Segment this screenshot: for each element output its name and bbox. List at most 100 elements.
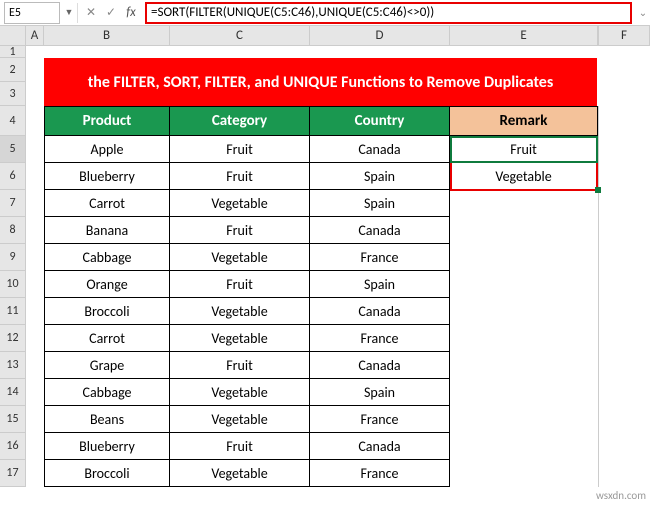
- cell-country[interactable]: Canada: [310, 217, 450, 244]
- cell-a10[interactable]: [26, 271, 44, 298]
- row-header-15[interactable]: 15: [0, 406, 26, 433]
- cell-country[interactable]: Spain: [310, 163, 450, 190]
- cell-remark[interactable]: Vegetable: [450, 163, 598, 190]
- cell-a13[interactable]: [26, 352, 44, 379]
- cell-a6[interactable]: [26, 163, 44, 190]
- row-header-7[interactable]: 7: [0, 190, 26, 217]
- cell-e14[interactable]: [450, 379, 598, 406]
- cell-a5[interactable]: [26, 136, 44, 163]
- cell-e17[interactable]: [450, 460, 598, 487]
- cell-f15[interactable]: [598, 406, 650, 433]
- col-header-a[interactable]: A: [26, 26, 44, 45]
- cell-a16[interactable]: [26, 433, 44, 460]
- cell-country[interactable]: France: [310, 406, 450, 433]
- cell-category[interactable]: Fruit: [170, 136, 310, 163]
- formula-input[interactable]: =SORT(FILTER(UNIQUE(C5:C46),UNIQUE(C5:C4…: [145, 2, 632, 24]
- row-header-6[interactable]: 6: [0, 163, 26, 190]
- fill-handle[interactable]: [595, 187, 601, 193]
- col-header-e[interactable]: E: [450, 26, 598, 45]
- cell-category[interactable]: Vegetable: [170, 244, 310, 271]
- cell-e13[interactable]: [450, 352, 598, 379]
- row-header-16[interactable]: 16: [0, 433, 26, 460]
- cell-a9[interactable]: [26, 244, 44, 271]
- cell-e11[interactable]: [450, 298, 598, 325]
- expand-formula-bar-icon[interactable]: ⌄: [636, 6, 650, 19]
- cell-a4[interactable]: [26, 106, 44, 136]
- cell-f14[interactable]: [598, 379, 650, 406]
- cell-country[interactable]: France: [310, 460, 450, 487]
- row-header-13[interactable]: 13: [0, 352, 26, 379]
- cell-country[interactable]: France: [310, 325, 450, 352]
- cell-a17[interactable]: [26, 460, 44, 487]
- cell-country[interactable]: Spain: [310, 190, 450, 217]
- cell-product[interactable]: Carrot: [44, 325, 170, 352]
- row-header-4[interactable]: 4: [0, 106, 26, 136]
- cell-product[interactable]: Carrot: [44, 190, 170, 217]
- cell-product[interactable]: Cabbage: [44, 244, 170, 271]
- cell-f8[interactable]: [598, 217, 650, 244]
- cell-e12[interactable]: [450, 325, 598, 352]
- cell-country[interactable]: Canada: [310, 352, 450, 379]
- cell-product[interactable]: Cabbage: [44, 379, 170, 406]
- fx-icon[interactable]: fx: [121, 5, 141, 20]
- row-header-12[interactable]: 12: [0, 325, 26, 352]
- cell-product[interactable]: Broccoli: [44, 460, 170, 487]
- name-box-dropdown-icon[interactable]: ▼: [64, 7, 74, 18]
- cell-product[interactable]: Grape: [44, 352, 170, 379]
- col-header-d[interactable]: D: [310, 26, 450, 45]
- name-box[interactable]: E5: [4, 2, 60, 24]
- row-header-17[interactable]: 17: [0, 460, 26, 487]
- cell-a8[interactable]: [26, 217, 44, 244]
- cell-f13[interactable]: [598, 352, 650, 379]
- cell-f6[interactable]: [598, 163, 650, 190]
- cell-a15[interactable]: [26, 406, 44, 433]
- cell-f11[interactable]: [598, 298, 650, 325]
- cell-category[interactable]: Vegetable: [170, 460, 310, 487]
- cancel-icon[interactable]: ✕: [81, 3, 101, 23]
- cell-product[interactable]: Banana: [44, 217, 170, 244]
- cell-e10[interactable]: [450, 271, 598, 298]
- cell-country[interactable]: Spain: [310, 379, 450, 406]
- cell-f16[interactable]: [598, 433, 650, 460]
- cell-country[interactable]: Canada: [310, 433, 450, 460]
- row-header-8[interactable]: 8: [0, 217, 26, 244]
- cell-f9[interactable]: [598, 244, 650, 271]
- cell-category[interactable]: Vegetable: [170, 406, 310, 433]
- row-header-9[interactable]: 9: [0, 244, 26, 271]
- header-product[interactable]: Product: [44, 106, 170, 136]
- cell-a14[interactable]: [26, 379, 44, 406]
- cell-f7[interactable]: [598, 190, 650, 217]
- row-header-5[interactable]: 5: [0, 136, 26, 163]
- cell-a7[interactable]: [26, 190, 44, 217]
- cell-f17[interactable]: [598, 460, 650, 487]
- cell-a11[interactable]: [26, 298, 44, 325]
- cell-e8[interactable]: [450, 217, 598, 244]
- cell-category[interactable]: Vegetable: [170, 298, 310, 325]
- cell-country[interactable]: Spain: [310, 271, 450, 298]
- cell-category[interactable]: Vegetable: [170, 190, 310, 217]
- cell-product[interactable]: Blueberry: [44, 433, 170, 460]
- cell-f4[interactable]: [598, 106, 650, 136]
- cell-e15[interactable]: [450, 406, 598, 433]
- col-header-f[interactable]: F: [598, 26, 650, 45]
- col-header-c[interactable]: C: [170, 26, 310, 45]
- cell-country[interactable]: France: [310, 244, 450, 271]
- cell-product[interactable]: Apple: [44, 136, 170, 163]
- cell-country[interactable]: Canada: [310, 136, 450, 163]
- cell-product[interactable]: Broccoli: [44, 298, 170, 325]
- cell-e9[interactable]: [450, 244, 598, 271]
- row-header-3[interactable]: 3: [0, 82, 26, 106]
- cell-f5[interactable]: [598, 136, 650, 163]
- cell-category[interactable]: Fruit: [170, 352, 310, 379]
- cell-a12[interactable]: [26, 325, 44, 352]
- header-category[interactable]: Category: [170, 106, 310, 136]
- cell-category[interactable]: Fruit: [170, 271, 310, 298]
- cell-f12[interactable]: [598, 325, 650, 352]
- col-header-b[interactable]: B: [44, 26, 170, 45]
- cell-e16[interactable]: [450, 433, 598, 460]
- row-header-11[interactable]: 11: [0, 298, 26, 325]
- row-header-2[interactable]: 2: [0, 58, 26, 82]
- cell-category[interactable]: Fruit: [170, 163, 310, 190]
- cell-category[interactable]: Fruit: [170, 433, 310, 460]
- cell-category[interactable]: Vegetable: [170, 379, 310, 406]
